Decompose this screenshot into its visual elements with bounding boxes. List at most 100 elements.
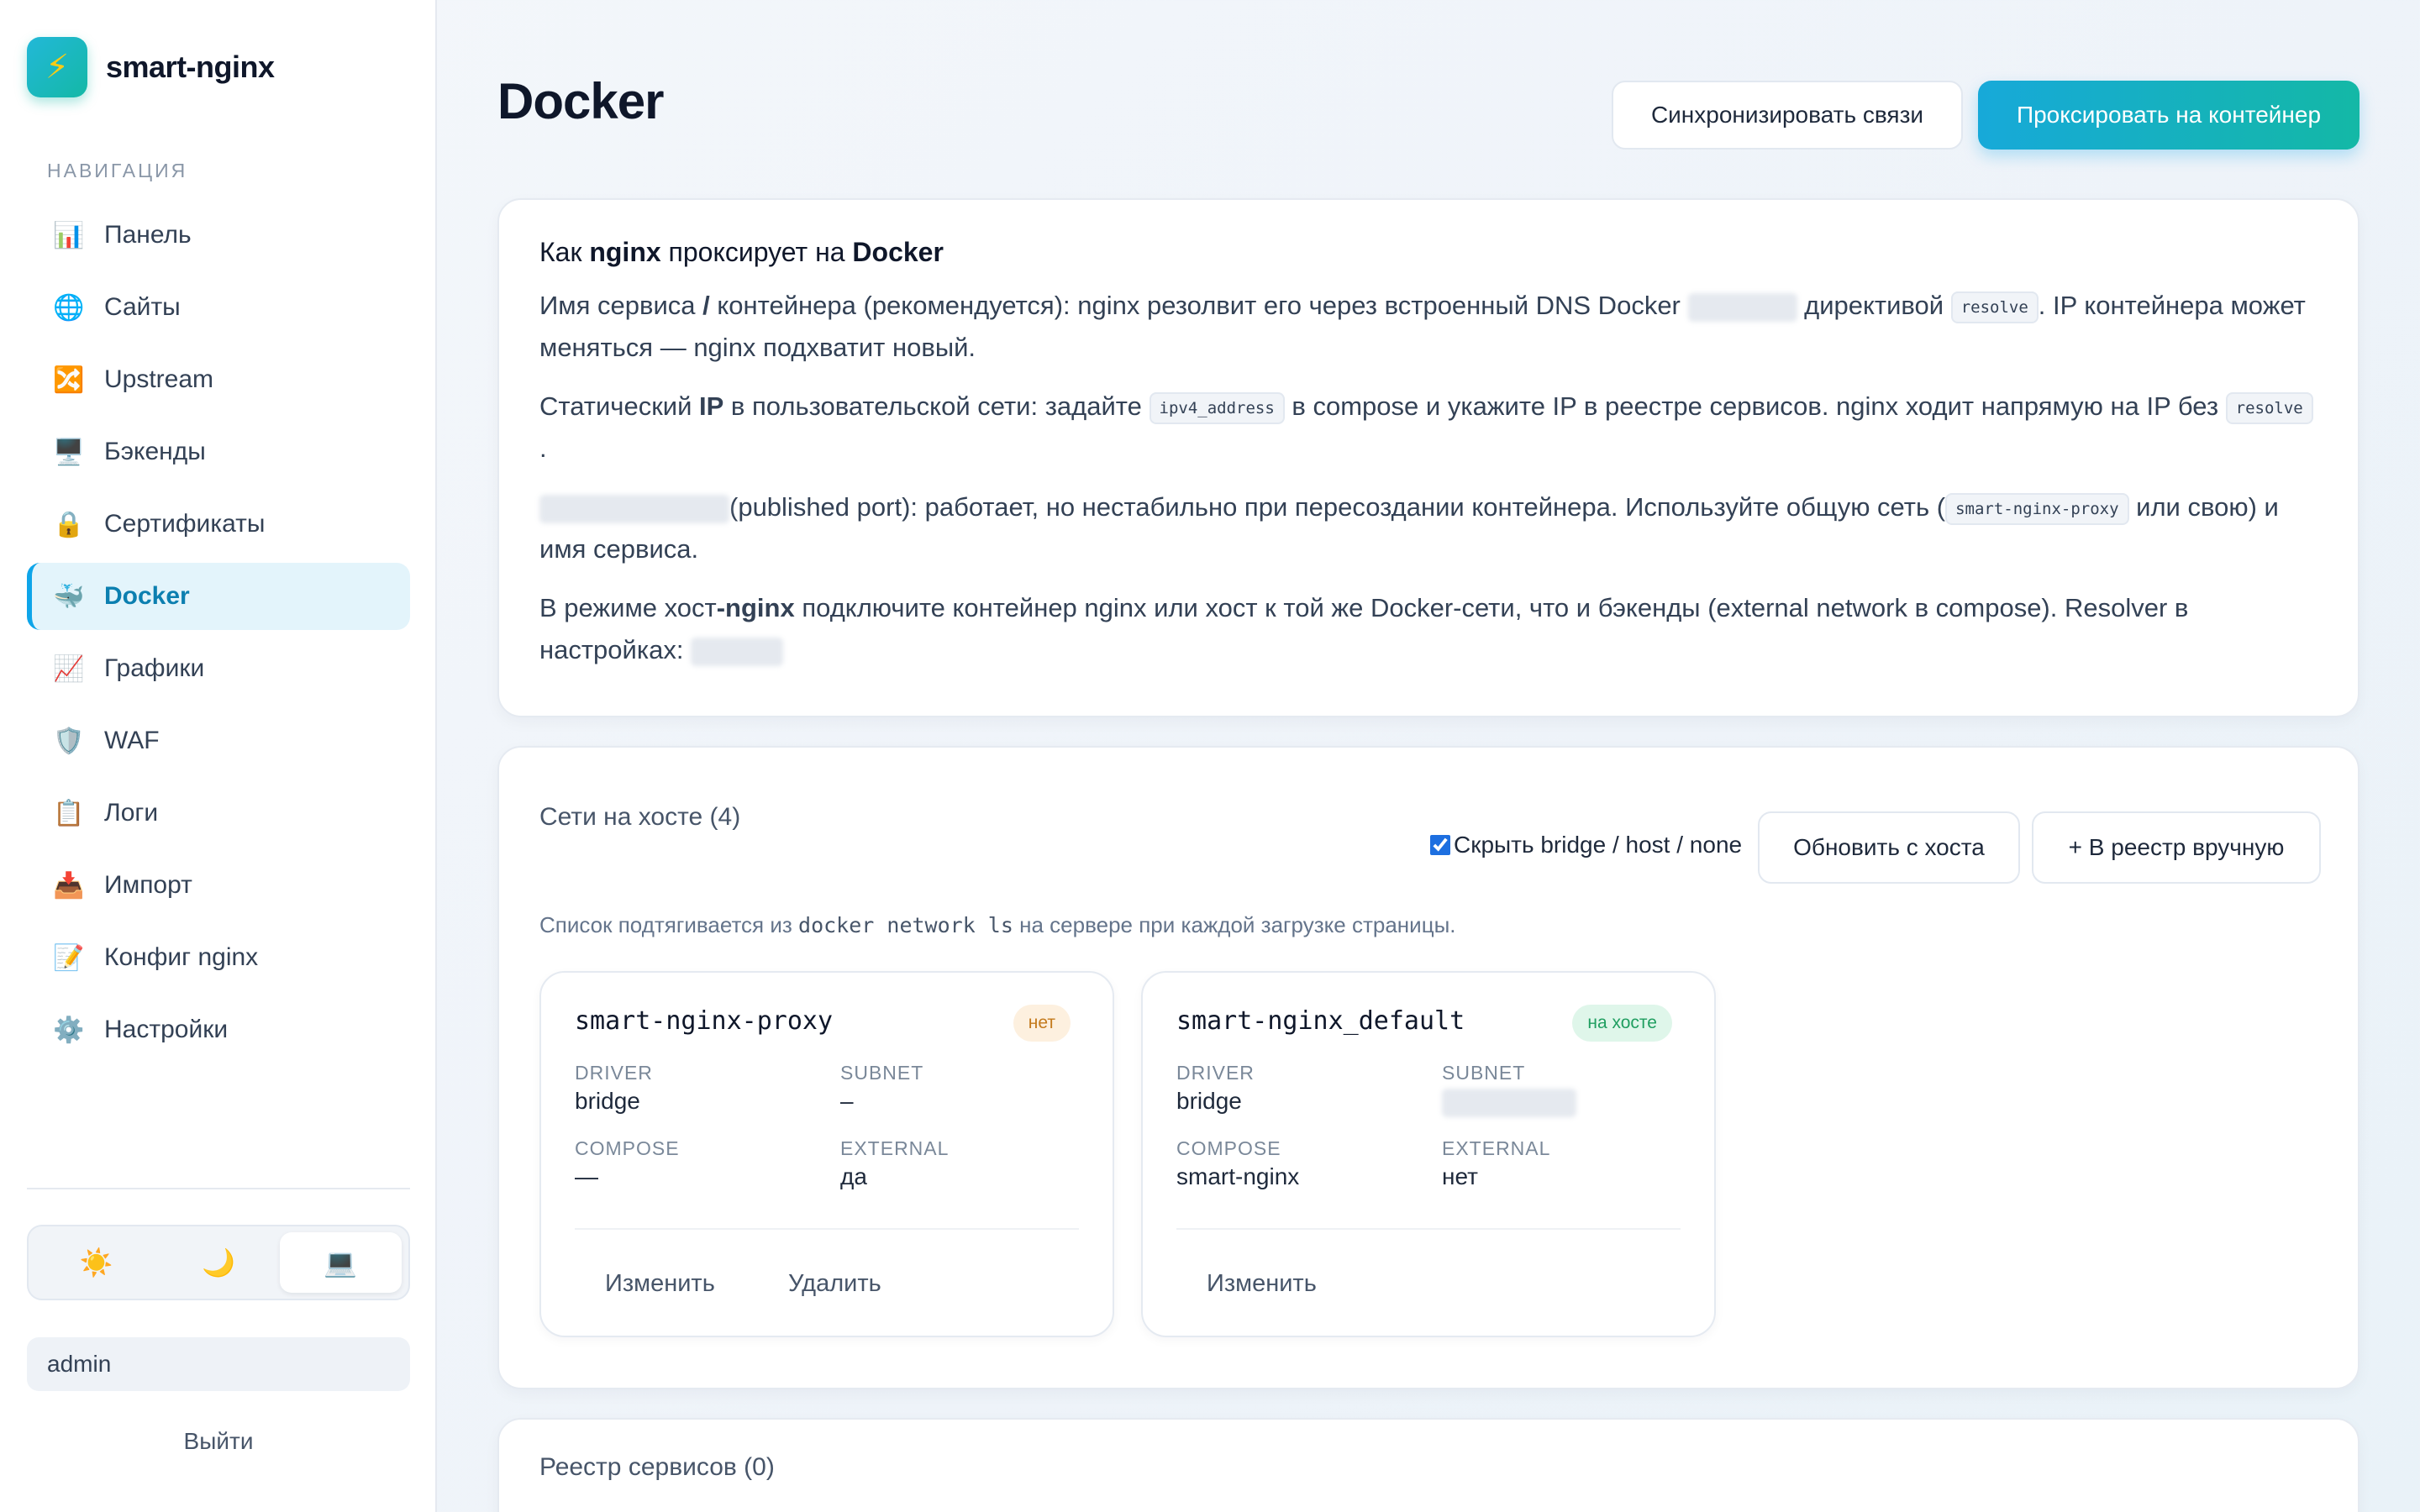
shuffle-icon: 🔀 bbox=[53, 365, 85, 394]
compose-field: COMPOSE — bbox=[575, 1137, 680, 1190]
sidebar-item-label: WAF bbox=[104, 727, 160, 754]
text: В режиме хост bbox=[539, 593, 717, 622]
field-value: нет bbox=[1442, 1163, 1478, 1189]
code-resolve: resolve bbox=[1950, 291, 2039, 323]
sidebar-item-label: Панель bbox=[104, 221, 192, 249]
brand[interactable]: ⚡ smart-nginx bbox=[27, 37, 275, 97]
subnet-field: SUBNET bbox=[1442, 1062, 1576, 1117]
hide-default-networks-label: Скрыть bridge / host / none bbox=[1454, 832, 1743, 858]
network-name: smart-nginx_default bbox=[1176, 1006, 1465, 1036]
redacted-text bbox=[539, 494, 729, 523]
field-label: COMPOSE bbox=[1176, 1137, 1281, 1159]
field-label: EXTERNAL bbox=[840, 1137, 950, 1159]
networks-description: Список подтягивается из docker network l… bbox=[539, 912, 1456, 938]
info-title-text: Как bbox=[539, 237, 590, 267]
sidebar-item-charts[interactable]: 📈 Графики bbox=[27, 635, 410, 702]
delete-network-button[interactable]: Удалить bbox=[788, 1270, 881, 1298]
sidebar-item-label: Графики bbox=[104, 654, 205, 682]
field-value: smart-nginx bbox=[1176, 1163, 1300, 1189]
field-label: EXTERNAL bbox=[1442, 1137, 1551, 1159]
info-paragraph-service-name: Имя сервиса / контейнера (рекомендуется)… bbox=[539, 285, 2317, 369]
memo-icon: 📝 bbox=[53, 943, 85, 972]
field-value: – bbox=[840, 1088, 854, 1114]
sidebar: ⚡ smart-nginx НАВИГАЦИЯ 📊 Панель 🌐 Сайты… bbox=[0, 0, 437, 1512]
code-ipv4-address: ipv4_address bbox=[1149, 391, 1285, 424]
inbox-tray-icon: 📥 bbox=[53, 871, 85, 900]
refresh-from-host-button[interactable]: Обновить с хоста bbox=[1758, 811, 2020, 884]
sidebar-nav: 📊 Панель 🌐 Сайты 🔀 Upstream 🖥️ Бэкенды 🔒… bbox=[27, 202, 410, 1068]
info-paragraph-static-ip: Статический IP в пользовательской сети: … bbox=[539, 386, 2317, 470]
field-value: bridge bbox=[1176, 1088, 1242, 1114]
text: (published port): работает, но нестабиль… bbox=[729, 492, 1946, 522]
shield-icon: 🛡️ bbox=[53, 727, 85, 755]
add-to-registry-button[interactable]: + В реестр вручную bbox=[2032, 811, 2321, 884]
desktop-icon: 🖥️ bbox=[53, 438, 85, 466]
sidebar-item-dashboard[interactable]: 📊 Панель bbox=[27, 202, 410, 269]
redacted-text bbox=[1442, 1088, 1576, 1117]
sidebar-item-docker[interactable]: 🐳 Docker bbox=[27, 563, 410, 630]
network-name: smart-nginx-proxy bbox=[575, 1006, 834, 1036]
edit-network-button[interactable]: Изменить bbox=[1207, 1270, 1317, 1298]
sidebar-item-label: Логи bbox=[104, 799, 159, 827]
field-value: — bbox=[575, 1163, 598, 1189]
text-bold: -nginx bbox=[716, 593, 795, 622]
hide-default-networks-checkbox[interactable] bbox=[1430, 835, 1450, 855]
sync-links-button[interactable]: Синхронизировать связи bbox=[1612, 81, 1963, 150]
info-card: Как nginx проксирует на Docker Имя серви… bbox=[497, 198, 2360, 717]
sidebar-item-sites[interactable]: 🌐 Сайты bbox=[27, 274, 410, 341]
external-field: EXTERNAL нет bbox=[1442, 1137, 1550, 1190]
laptop-icon[interactable]: 💻 bbox=[279, 1232, 402, 1293]
service-registry-card: Реестр сервисов (0) bbox=[497, 1418, 2360, 1512]
field-label: COMPOSE bbox=[575, 1137, 680, 1159]
sidebar-item-label: Сайты bbox=[104, 293, 181, 321]
redacted-text bbox=[1687, 292, 1797, 322]
lock-icon: 🔒 bbox=[53, 510, 85, 538]
text: Имя сервиса bbox=[539, 291, 703, 320]
user-name: admin bbox=[27, 1337, 410, 1391]
proxy-to-container-button[interactable]: Проксировать на контейнер bbox=[1978, 81, 2360, 150]
field-label: DRIVER bbox=[575, 1062, 653, 1084]
text-bold: IP bbox=[699, 391, 724, 421]
subnet-field: SUBNET – bbox=[840, 1062, 923, 1115]
networks-title: Сети на хосте (4) bbox=[539, 803, 741, 831]
moon-icon[interactable]: 🌙 bbox=[157, 1232, 279, 1293]
sidebar-item-upstream[interactable]: 🔀 Upstream bbox=[27, 346, 410, 413]
network-card: smart-nginx-proxy нет DRIVER bridge SUBN… bbox=[539, 971, 1114, 1337]
text-bold: / bbox=[702, 291, 710, 320]
sidebar-item-settings[interactable]: ⚙️ Настройки bbox=[27, 996, 410, 1063]
host-networks-card: Сети на хосте (4) Скрыть bridge / host /… bbox=[497, 746, 2360, 1389]
redacted-text bbox=[691, 637, 784, 666]
sidebar-item-import[interactable]: 📥 Импорт bbox=[27, 852, 410, 919]
info-title-text: проксирует на bbox=[660, 237, 853, 267]
hide-default-networks-toggle[interactable]: Скрыть bridge / host / none bbox=[1430, 832, 1742, 858]
sidebar-item-waf[interactable]: 🛡️ WAF bbox=[27, 707, 410, 774]
field-value bbox=[1442, 1088, 1576, 1117]
logout-button[interactable]: Выйти bbox=[27, 1421, 410, 1462]
status-badge: на хосте bbox=[1572, 1005, 1672, 1042]
nav-heading: НАВИГАЦИЯ bbox=[47, 160, 188, 181]
text: . bbox=[539, 433, 547, 463]
bolt-icon: ⚡ bbox=[27, 37, 87, 97]
compose-field: COMPOSE smart-nginx bbox=[1176, 1137, 1299, 1190]
text: контейнера (рекомендуется): nginx резолв… bbox=[709, 291, 1688, 320]
sidebar-item-label: Docker bbox=[104, 582, 190, 610]
brand-name: smart-nginx bbox=[106, 50, 275, 84]
sidebar-item-nginx-config[interactable]: 📝 Конфиг nginx bbox=[27, 924, 410, 991]
sidebar-item-backends[interactable]: 🖥️ Бэкенды bbox=[27, 418, 410, 486]
status-badge: нет bbox=[1013, 1005, 1071, 1042]
sun-icon[interactable]: ☀️ bbox=[35, 1232, 157, 1293]
sidebar-item-label: Конфиг nginx bbox=[104, 943, 259, 971]
code-resolve: resolve bbox=[2225, 391, 2313, 424]
external-field: EXTERNAL да bbox=[840, 1137, 949, 1190]
line-chart-icon: 📈 bbox=[53, 654, 85, 683]
sidebar-item-certificates[interactable]: 🔒 Сертификаты bbox=[27, 491, 410, 558]
sidebar-item-logs[interactable]: 📋 Логи bbox=[27, 780, 410, 847]
sidebar-item-label: Настройки bbox=[104, 1016, 229, 1043]
edit-network-button[interactable]: Изменить bbox=[605, 1270, 715, 1298]
driver-field: DRIVER bridge bbox=[575, 1062, 653, 1115]
sidebar-item-label: Сертификаты bbox=[104, 510, 266, 538]
sidebar-item-label: Бэкенды bbox=[104, 438, 206, 465]
code-smart-nginx-proxy: smart-nginx-proxy bbox=[1945, 492, 2129, 525]
field-label: SUBNET bbox=[840, 1062, 924, 1084]
info-title-nginx: nginx bbox=[589, 237, 661, 267]
